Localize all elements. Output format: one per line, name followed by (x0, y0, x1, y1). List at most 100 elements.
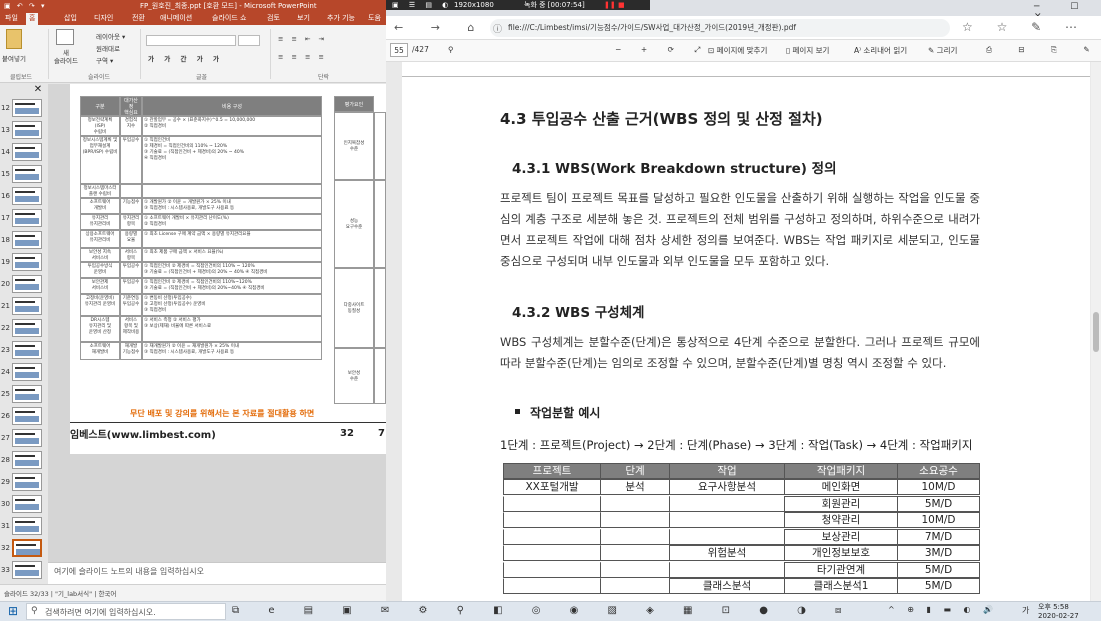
wbs-table-cell: 클래스분석1 (784, 578, 898, 594)
close-pane-icon[interactable]: ✕ (30, 84, 46, 96)
tab-addins[interactable]: 추가 기능 (327, 13, 355, 23)
slide-thumbnail[interactable]: 27 (0, 428, 48, 448)
page-header-rule (402, 76, 1090, 77)
quick-access-toolbar[interactable]: ▣ ↶ ↷ ▾ (4, 0, 47, 12)
slide-thumbnail[interactable]: 18 (0, 230, 48, 250)
paragraph-list-icons[interactable]: ≡ ≡ ⇤ ⇥ (278, 35, 327, 43)
ime-indicator[interactable]: 가 (1022, 605, 1029, 616)
paragraph-432: WBS 구성체계는 분할수준(단계)은 통상적으로 4단계 수준으로 분할한다.… (500, 335, 980, 370)
subsection-heading-431: 4.3.1 WBS(Work Breakdown structure) 정의 (512, 161, 837, 177)
browser-toolbar-icons[interactable]: ☆ ☆ ✎ ⋯ (962, 20, 1087, 34)
slide-thumbnail[interactable]: 22 (0, 318, 48, 338)
pdf-extra-icons[interactable]: ⎙ ⊟ ⎘ ✎ (986, 45, 1101, 55)
slide-thumbnail[interactable]: 12 (0, 98, 48, 118)
slide-thumbnail[interactable]: 13 (0, 120, 48, 140)
slide-canvas[interactable]: 구분 대가산정 핵심요소 비용 구성 평가요인 무단 배포 및 강의를 위해서는… (70, 84, 386, 454)
nav-buttons[interactable]: ← → ⌂ (394, 21, 486, 34)
tab-animations[interactable]: 애니메이션 (160, 13, 192, 23)
slide-thumbnail-image (12, 451, 42, 469)
slide-thumbnail[interactable]: 25 (0, 384, 48, 404)
slide-thumbnail[interactable]: 14 (0, 142, 48, 162)
scrollbar-thumb[interactable] (1093, 312, 1099, 352)
notes-pane[interactable]: 여기에 슬라이드 노트의 내용을 입력하십시오 (48, 562, 386, 584)
windows-start-icon[interactable]: ⊞ (8, 604, 18, 618)
new-slide-icon[interactable] (56, 29, 74, 45)
bullet-icon (515, 409, 520, 414)
tab-transitions[interactable]: 전환 (132, 13, 145, 23)
slide-thumbnail[interactable]: 29 (0, 472, 48, 492)
new-slide-button[interactable]: 새 슬라이드 (54, 49, 78, 65)
pdf-scrollbar[interactable] (1091, 62, 1101, 601)
slide-table-cell: 경험적 지수 (120, 116, 142, 136)
taskbar-clock[interactable]: 오후 5:58 2020-02-27 (1038, 603, 1079, 621)
taskbar-app-icons[interactable]: ⧉ e ▤ ▣ ✉ ⚙ ⚲ ◧ ◎ ◉ ▧ ◈ ▦ ⊡ ● ◑ ⧈ (232, 605, 854, 616)
slide-right-cell (374, 180, 386, 268)
wbs-table-cell (669, 528, 785, 545)
slide-thumbnail[interactable]: 20 (0, 274, 48, 294)
tab-insert[interactable]: 삽입 (64, 13, 77, 23)
paste-button[interactable]: 붙여넣기 (2, 53, 26, 63)
font-name-select[interactable] (146, 35, 236, 46)
taskbar-search[interactable]: ⚲ 검색하려면 여기에 입력하십시오. (26, 603, 226, 620)
slide-thumbnail-image (12, 231, 42, 249)
paste-icon[interactable] (6, 29, 22, 49)
recorder-pause-icon[interactable]: ❚❚ ■ (604, 0, 625, 10)
tab-help[interactable]: 도움 (368, 13, 381, 23)
slide-thumbnail-image (12, 473, 42, 491)
slide-table-cell: 용량별 요율 (120, 230, 142, 248)
font-size-select[interactable] (238, 35, 260, 46)
font-format-icons[interactable]: 가 가 간 가 가 (148, 53, 223, 63)
slide-thumbnail[interactable]: 15 (0, 164, 48, 184)
draw-button[interactable]: ✎ 그리기 (928, 45, 957, 56)
tab-view[interactable]: 보기 (297, 13, 310, 23)
tab-home[interactable]: 홈 (26, 13, 39, 25)
wbs-table-cell (600, 561, 670, 578)
slide-thumbnail[interactable]: 31 (0, 516, 48, 536)
wbs-table-cell (669, 495, 785, 512)
windows-taskbar: ⊞ ⚲ 검색하려면 여기에 입력하십시오. ⧉ e ▤ ▣ ✉ ⚙ ⚲ ◧ ◎ … (0, 601, 1101, 621)
section-button[interactable]: 구역 ▾ (96, 55, 113, 65)
tab-slideshow[interactable]: 슬라이드 쇼 (212, 13, 246, 23)
slide-thumbnail-image (12, 495, 42, 513)
read-aloud-button[interactable]: A⁾ 소리내어 읽기 (854, 45, 907, 56)
wbs-table-cell (503, 495, 601, 512)
tab-design[interactable]: 디자인 (94, 13, 113, 23)
tab-review[interactable]: 검토 (267, 13, 280, 23)
search-icon[interactable]: ⚲ (448, 45, 454, 54)
slide-footer-brand: 임베스트(www.limbest.com) (70, 430, 216, 441)
recorder-icons[interactable]: ▣ ☰ ▤ ◐ (392, 0, 452, 10)
slide-thumbnail[interactable]: 17 (0, 208, 48, 228)
bullet-heading: 작업분할 예시 (530, 406, 601, 420)
slide-thumbnail[interactable]: 19 (0, 252, 48, 272)
slide-thumbnail-number: 32 (1, 544, 10, 552)
fit-page-button[interactable]: ⊡ 페이지에 맞추기 (708, 45, 767, 56)
url-input[interactable]: file:///C:/Limbest/imsi/기능점수/가이드/SW사업_대가… (490, 19, 950, 37)
slide-thumbnail[interactable]: 16 (0, 186, 48, 206)
paragraph-align-icons[interactable]: ≡ ≡ ≡ ≡ (278, 53, 327, 61)
slide-thumbnail[interactable]: 33 (0, 560, 48, 580)
slide-thumbnail[interactable]: 23 (0, 340, 48, 360)
wbs-table-cell: 10M/D (897, 479, 980, 495)
slide-table-header: 구분 (80, 96, 120, 116)
slide-thumbnail[interactable]: 32 (0, 538, 48, 558)
slide-thumbnail[interactable]: 21 (0, 296, 48, 316)
page-view-button[interactable]: ▯ 페이지 보기 (786, 45, 829, 56)
slide-title-cut (122, 84, 332, 90)
slide-table-cell: 소프트웨어 재개발비 (80, 342, 120, 360)
slide-table-cell (120, 184, 142, 198)
tray-icons[interactable]: ^ ⊕ ▮ ▬ ◐ 🔊 (888, 605, 998, 614)
slide-thumbnail[interactable]: 28 (0, 450, 48, 470)
slide-thumbnail[interactable]: 30 (0, 494, 48, 514)
slide-thumbnail[interactable]: 26 (0, 406, 48, 426)
slide-table-cell: 유지관리 유지관리비 (80, 214, 120, 230)
slide-table-cell (142, 184, 322, 198)
slide-thumbnail[interactable]: 24 (0, 362, 48, 382)
zoom-controls[interactable]: ─ + ⟳ ⤢ (616, 45, 709, 55)
slide-table-cell: 투입공수 (120, 136, 142, 184)
reset-button[interactable]: 원래대로 (96, 43, 120, 53)
slide-thumbnail-image (12, 517, 42, 535)
page-number-input[interactable]: 55 (390, 43, 408, 57)
layout-button[interactable]: 레이아웃 ▾ (96, 31, 125, 41)
tab-file[interactable]: 파일 (2, 13, 21, 25)
info-icon[interactable]: ⓘ (493, 22, 502, 35)
